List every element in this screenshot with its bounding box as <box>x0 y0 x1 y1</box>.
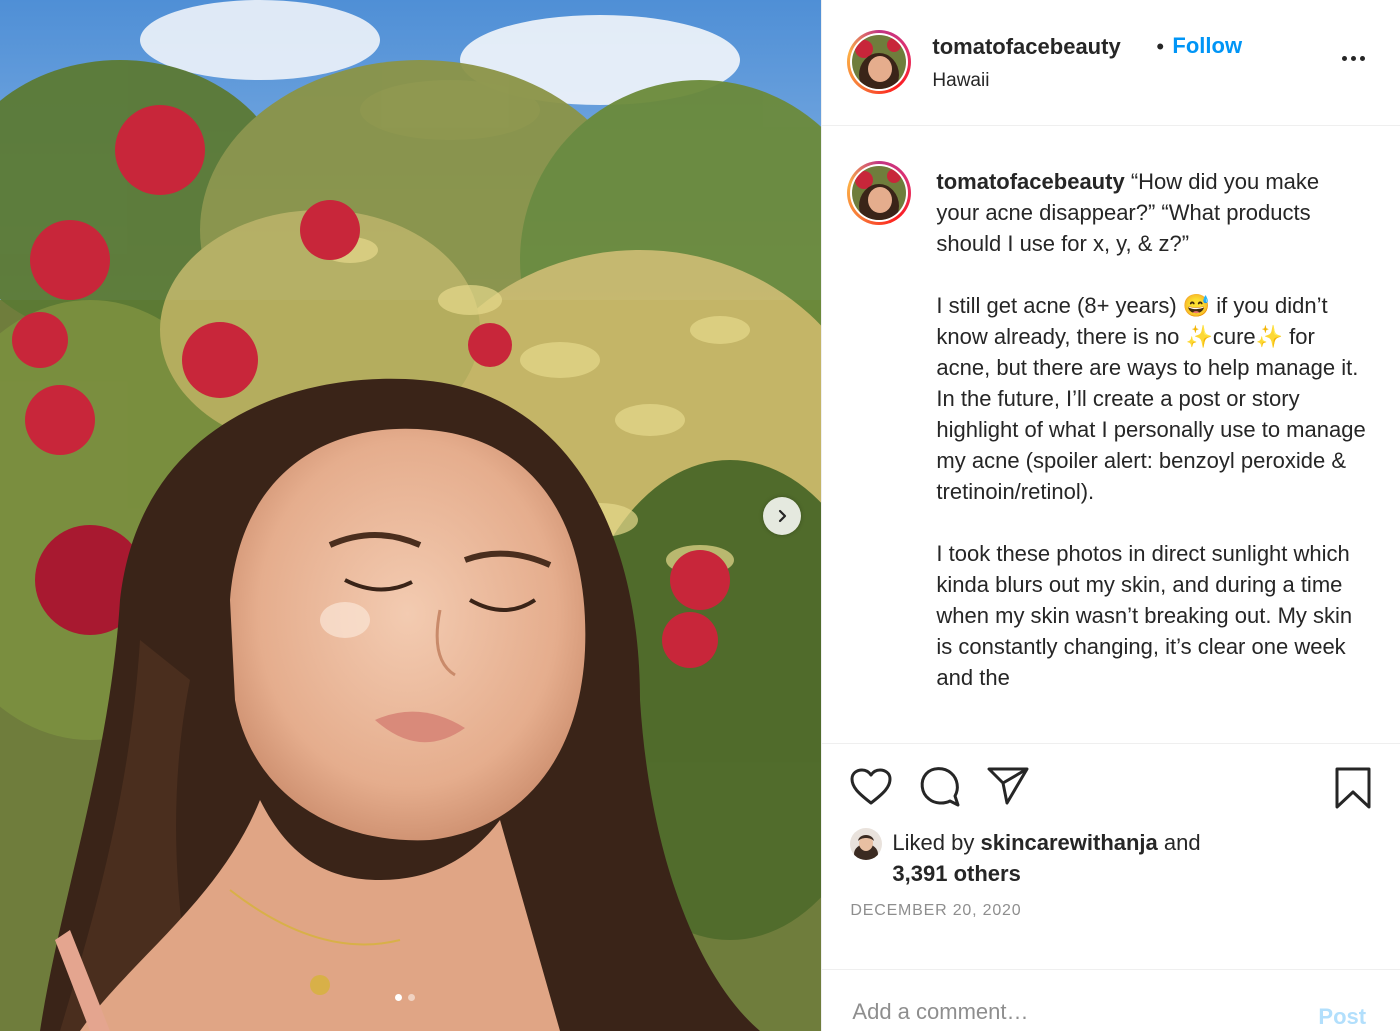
comment-input[interactable] <box>850 998 1275 1026</box>
caption-username[interactable]: tomatofacebeauty <box>936 169 1124 194</box>
paper-plane-icon[interactable] <box>987 766 1029 806</box>
chevron-right-icon <box>778 509 787 523</box>
likes-count[interactable]: 3,391 others <box>892 861 1020 887</box>
avatar-photo <box>852 166 907 220</box>
author-username[interactable]: tomatofacebeauty <box>932 34 1120 60</box>
post-sidebar: tomatofacebeauty • Follow Hawaii tomatof… <box>821 0 1400 1031</box>
more-options-icon[interactable] <box>1342 56 1366 61</box>
caption-paragraph: I still get acne (8+ years) 😅 if you did… <box>936 293 1366 504</box>
likes-and: and <box>1163 830 1201 855</box>
likes-prefix: Liked by <box>892 830 975 855</box>
author-avatar[interactable] <box>847 30 912 94</box>
caption-section: tomatofacebeauty “How did you make your … <box>822 126 1400 744</box>
bookmark-icon[interactable] <box>1334 766 1372 810</box>
action-bar <box>822 744 1400 824</box>
post-date-row: DECEMBER 20, 2020 <box>822 902 1400 969</box>
follow-button[interactable]: Follow <box>1172 33 1242 59</box>
post-date[interactable]: DECEMBER 20, 2020 <box>850 902 1021 920</box>
carousel-dot <box>395 994 402 1001</box>
comment-icon[interactable] <box>919 766 961 808</box>
avatar-photo <box>850 828 883 860</box>
header-separator: • <box>1156 34 1165 59</box>
carousel-indicator <box>395 994 415 1001</box>
heart-icon[interactable] <box>850 768 892 806</box>
caption-avatar[interactable] <box>847 161 912 225</box>
likes-section: Liked by skincarewithanja and 3,391 othe… <box>822 824 1400 904</box>
liker-avatar[interactable] <box>850 828 883 860</box>
instagram-post: tomatofacebeauty • Follow Hawaii tomatof… <box>0 0 1400 1031</box>
comment-box: Post <box>822 969 1400 1031</box>
liker-username[interactable]: skincarewithanja <box>980 830 1157 855</box>
photo-illustration <box>0 0 822 1031</box>
post-photo[interactable] <box>0 0 822 1031</box>
post-location[interactable]: Hawaii <box>932 70 989 92</box>
post-header: tomatofacebeauty • Follow Hawaii <box>822 0 1400 126</box>
likes-text: Liked by skincarewithanja and <box>892 830 1200 856</box>
next-slide-button[interactable] <box>763 497 801 535</box>
avatar-photo <box>852 35 907 89</box>
carousel-dot <box>408 994 415 1001</box>
post-comment-button[interactable]: Post <box>1318 1004 1366 1030</box>
caption-text: tomatofacebeauty “How did you make your … <box>936 166 1366 724</box>
caption-paragraph: I took these photos in direct sunlight w… <box>936 541 1353 690</box>
